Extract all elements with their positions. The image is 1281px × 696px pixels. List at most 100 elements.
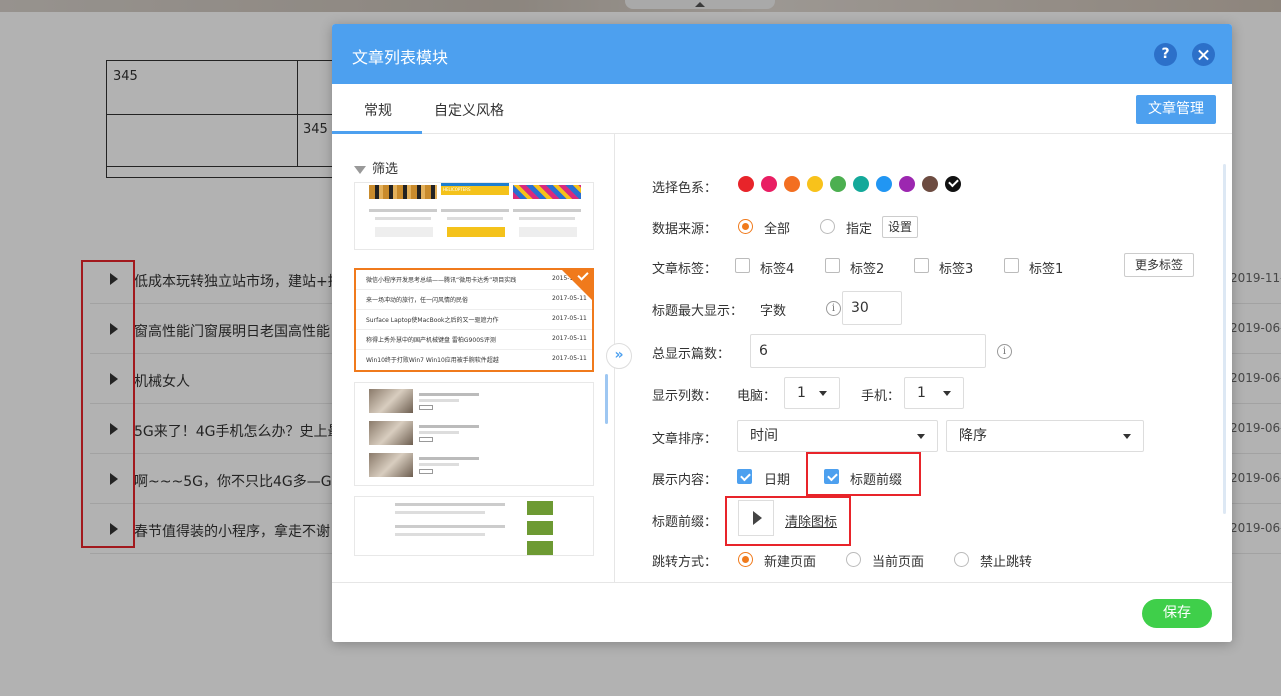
sort-field-value: 时间	[750, 428, 778, 444]
tag-label[interactable]: 标签1	[1029, 258, 1063, 277]
tag-label[interactable]: 标签3	[939, 258, 973, 277]
triangle-right-icon	[753, 511, 762, 525]
template-thumbnail[interactable]	[354, 496, 594, 556]
display-date-checkbox[interactable]	[737, 469, 752, 484]
prefix-icon-picker[interactable]	[738, 500, 774, 536]
chevron-down-icon	[819, 391, 827, 396]
thumbnail-caption: HELICOPTERS	[443, 187, 471, 192]
sort-field-select[interactable]: 时间	[737, 420, 938, 452]
filter-icon	[354, 165, 366, 174]
tag-label[interactable]: 标签2	[850, 258, 884, 277]
help-icon[interactable]: ?	[1154, 43, 1177, 66]
thumbnail-image	[369, 421, 413, 445]
columns-label: 显示列数：	[652, 389, 718, 404]
mobile-columns-label: 手机：	[861, 389, 901, 404]
mobile-columns-select[interactable]: 1	[904, 377, 964, 409]
pc-columns-select[interactable]: 1	[784, 377, 840, 409]
thumbnail-row-title: 来一场冲动的旅行，任一闪风情的民俗	[366, 297, 469, 304]
source-specified-label[interactable]: 指定	[846, 218, 872, 237]
filter-toggle[interactable]: 筛选	[354, 158, 398, 177]
prefix-label: 标题前缀：	[652, 515, 718, 530]
tag-checkbox[interactable]	[825, 258, 840, 273]
thumbnail-image	[441, 183, 509, 186]
thumbnail-image	[527, 501, 553, 515]
thumbnail-image	[369, 389, 413, 413]
dialog-title: 文章列表模块	[352, 48, 449, 67]
color-swatch-green[interactable]	[830, 176, 846, 192]
clear-icon-link[interactable]: 清除图标	[785, 511, 837, 530]
article-manage-button[interactable]: 文章管理	[1136, 95, 1216, 124]
title-max-label: 标题最大显示：	[652, 304, 744, 319]
tag-checkbox[interactable]	[914, 258, 929, 273]
color-label: 选择色系：	[652, 181, 718, 196]
display-date-label[interactable]: 日期	[764, 469, 790, 488]
template-thumbnail[interactable]	[354, 382, 594, 486]
jump-new-radio[interactable]	[738, 552, 753, 567]
color-swatch-pink[interactable]	[761, 176, 777, 192]
thumbnail-image	[527, 521, 553, 535]
jump-current-label[interactable]: 当前页面	[872, 551, 924, 570]
source-settings-button[interactable]: 设置	[882, 216, 918, 238]
expand-panel-button[interactable]: »	[606, 343, 632, 369]
pc-columns-value: 1	[797, 385, 806, 401]
jump-current-radio[interactable]	[846, 552, 861, 567]
tag-checkbox[interactable]	[735, 258, 750, 273]
display-prefix-label[interactable]: 标题前缀	[850, 469, 902, 488]
color-swatch-teal[interactable]	[853, 176, 869, 192]
color-swatch-black-selected[interactable]	[945, 176, 961, 192]
sort-label: 文章排序：	[652, 432, 718, 447]
template-thumbnail-selected[interactable]: 微信小程序开发思考总结——腾讯“微用卡达秀”项目实践 2015-11 来一场冲动的…	[354, 268, 594, 372]
total-label: 总显示篇数：	[652, 347, 731, 362]
jump-none-label[interactable]: 禁止跳转	[980, 551, 1032, 570]
info-icon[interactable]: i	[826, 301, 841, 316]
info-icon[interactable]: i	[997, 344, 1012, 359]
tab-custom-style[interactable]: 自定义风格	[434, 100, 504, 120]
template-thumbnail[interactable]: HELICOPTERS	[354, 182, 594, 250]
more-tags-button[interactable]: 更多标签	[1124, 253, 1194, 277]
chevron-down-icon	[943, 391, 951, 396]
jump-new-label[interactable]: 新建页面	[764, 551, 816, 570]
tags-label: 文章标签：	[652, 262, 718, 277]
jump-label: 跳转方式：	[652, 555, 718, 570]
article-list-dialog: 文章列表模块 ? 常规 自定义风格 文章管理 筛选 HELICOPTERS 微信…	[332, 24, 1232, 642]
dialog-header: 文章列表模块 ?	[332, 24, 1232, 84]
sort-order-select[interactable]: 降序	[946, 420, 1144, 452]
thumbnail-row-title: Win10终于打败Win7 Win10应用被手腕软件超越	[366, 357, 499, 364]
thumbnail-row-date: 2017-05-11	[552, 355, 587, 362]
color-swatch-red[interactable]	[738, 176, 754, 192]
total-count-input[interactable]: 6	[750, 334, 986, 368]
sort-order-value: 降序	[959, 428, 987, 444]
color-swatch-blue[interactable]	[876, 176, 892, 192]
source-specified-radio[interactable]	[820, 219, 835, 234]
title-max-input[interactable]: 30	[842, 291, 902, 325]
color-swatch-brown[interactable]	[922, 176, 938, 192]
mobile-columns-value: 1	[917, 385, 926, 401]
color-swatch-orange[interactable]	[784, 176, 800, 192]
tag-checkbox[interactable]	[1004, 258, 1019, 273]
chevron-down-icon	[917, 434, 925, 439]
title-chars-label: 字数	[760, 304, 787, 319]
settings-scrollbar[interactable]	[1223, 164, 1226, 514]
thumbnail-row-date: 2017-05-11	[552, 335, 587, 342]
thumbnail-image	[369, 453, 413, 477]
display-label: 展示内容：	[652, 473, 718, 488]
thumbnail-row-title: 称得上秀外慧中的国产机械键盘 雷柏G900S评测	[366, 337, 496, 344]
display-prefix-checkbox[interactable]	[824, 469, 839, 484]
color-swatch-yellow[interactable]	[807, 176, 823, 192]
thumbnail-row-title: 微信小程序开发思考总结——腾讯“微用卡达秀”项目实践	[366, 277, 517, 284]
color-swatch-purple[interactable]	[899, 176, 915, 192]
chevron-down-icon	[1123, 434, 1131, 439]
filter-label: 筛选	[372, 162, 399, 177]
template-scrollbar[interactable]	[605, 374, 608, 424]
tab-bar: 常规 自定义风格	[332, 84, 1232, 134]
close-icon[interactable]	[1192, 43, 1215, 66]
pc-columns-label: 电脑：	[737, 389, 777, 404]
jump-none-radio[interactable]	[954, 552, 969, 567]
tag-label[interactable]: 标签4	[760, 258, 794, 277]
thumbnail-image	[513, 185, 581, 199]
tab-general[interactable]: 常规	[364, 100, 392, 120]
source-all-label[interactable]: 全部	[764, 218, 790, 237]
source-all-radio[interactable]	[738, 219, 753, 234]
save-button[interactable]: 保存	[1142, 599, 1212, 628]
source-label: 数据来源：	[652, 222, 718, 237]
